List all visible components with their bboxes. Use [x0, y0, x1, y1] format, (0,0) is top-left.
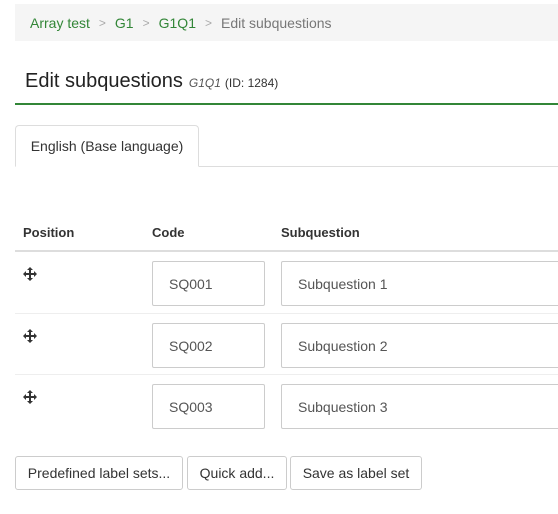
- code-input[interactable]: SQ002: [152, 323, 265, 368]
- language-tabs: English (Base language): [15, 125, 558, 167]
- breadcrumb-group-link[interactable]: G1: [115, 15, 134, 31]
- breadcrumb-survey-link[interactable]: Array test: [30, 15, 90, 31]
- page-title: Edit subquestions: [25, 70, 183, 92]
- breadcrumb-separator: >: [142, 15, 150, 30]
- tab-base-language[interactable]: English (Base language): [15, 125, 199, 167]
- move-arrows-icon[interactable]: [23, 329, 37, 343]
- question-code: G1Q1: [188, 76, 221, 90]
- column-header-position: Position: [23, 225, 75, 240]
- question-id: (ID: 1284): [224, 76, 279, 90]
- table-row: SQ002 Subquestion 2: [15, 313, 558, 374]
- breadcrumb-separator: >: [204, 15, 212, 30]
- code-input[interactable]: SQ003: [152, 384, 265, 429]
- table-row: SQ003 Subquestion 3: [15, 374, 558, 435]
- page-header: Edit subquestions G1Q1 (ID: 1284): [15, 62, 558, 105]
- breadcrumb: Array test > G1 > G1Q1 > Edit subquestio…: [15, 4, 558, 41]
- subquestion-input[interactable]: Subquestion 2: [281, 323, 558, 368]
- table-header: Position Code Subquestion: [15, 212, 558, 252]
- code-input[interactable]: SQ001: [152, 261, 265, 306]
- predefined-label-sets-button[interactable]: Predefined label sets...: [15, 456, 183, 490]
- subquestion-input[interactable]: Subquestion 1: [281, 261, 558, 306]
- move-arrows-icon[interactable]: [23, 390, 37, 404]
- subquestions-table: Position Code Subquestion SQ001 Subquest…: [15, 212, 558, 435]
- breadcrumb-separator: >: [98, 15, 106, 30]
- quick-add-button[interactable]: Quick add...: [187, 456, 287, 490]
- breadcrumb-question-link[interactable]: G1Q1: [159, 15, 196, 31]
- column-header-subquestion: Subquestion: [281, 225, 360, 240]
- breadcrumb-current: Edit subquestions: [221, 14, 332, 31]
- subquestion-input[interactable]: Subquestion 3: [281, 384, 558, 429]
- edit-subquestions-page: Array test > G1 > G1Q1 > Edit subquestio…: [0, 0, 558, 514]
- save-as-label-set-button[interactable]: Save as label set: [290, 456, 422, 490]
- table-row: SQ001 Subquestion 1: [15, 252, 558, 313]
- move-arrows-icon[interactable]: [23, 267, 37, 281]
- column-header-code: Code: [152, 225, 185, 240]
